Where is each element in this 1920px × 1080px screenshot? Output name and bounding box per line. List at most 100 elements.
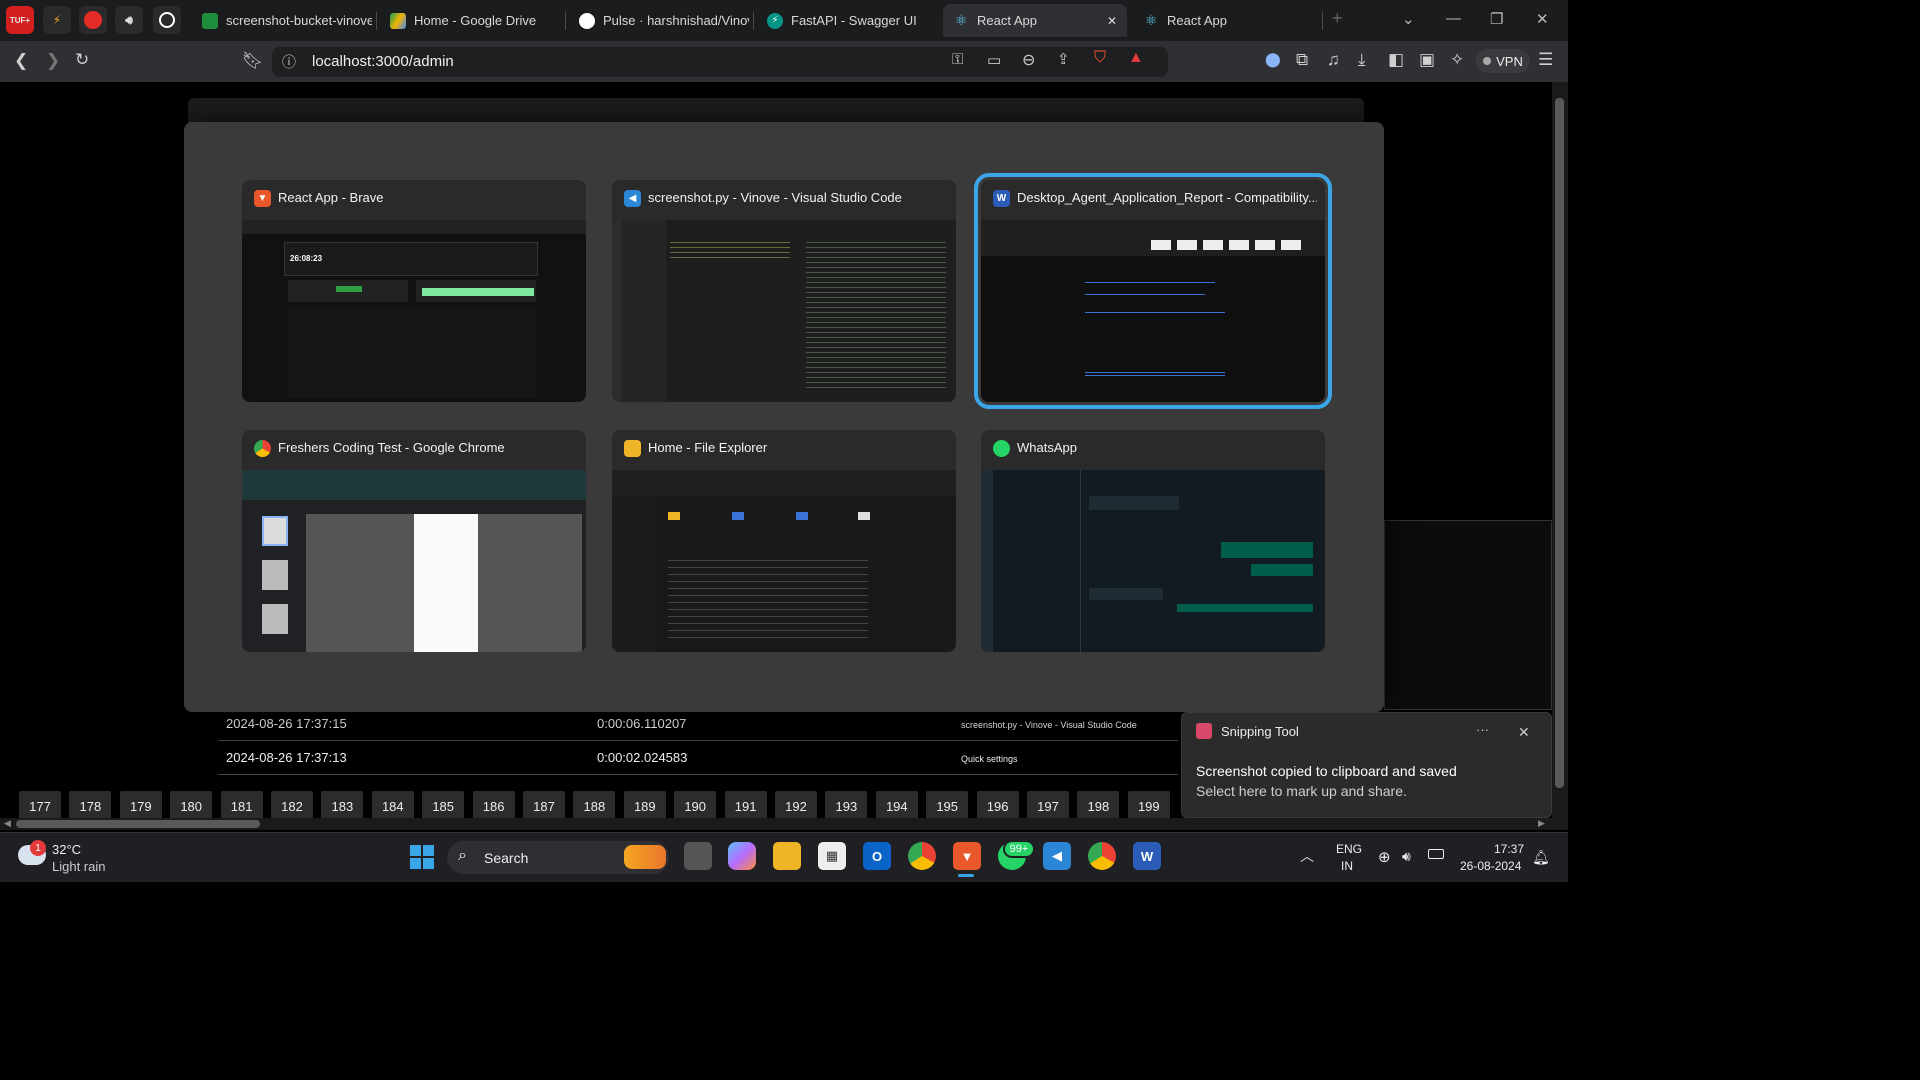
tab-list-chevron-icon[interactable]: ⌄	[1402, 10, 1415, 28]
language-region[interactable]: IN	[1341, 859, 1353, 873]
clock-date[interactable]: 26-08-2024	[1460, 859, 1521, 873]
weather-temp[interactable]: 32°C	[52, 842, 81, 857]
vertical-scroll-thumb[interactable]	[1555, 98, 1564, 788]
toast-close-icon[interactable]: ✕	[1518, 724, 1530, 741]
store-icon[interactable]: ▦	[818, 842, 846, 870]
download-icon[interactable]: ⤓	[1358, 50, 1366, 70]
tab-github-pulse[interactable]: Pulse · harshnishad/Vinov	[569, 4, 749, 37]
pinned-tab-audio[interactable]: 🔊︎	[115, 6, 143, 34]
brave-rewards-icon[interactable]: ▲	[1128, 49, 1144, 67]
tab-fastapi[interactable]: ⚡ FastAPI - Swagger UI	[757, 4, 937, 37]
page-button[interactable]: 199	[1127, 791, 1170, 821]
chrome-taskbar-icon[interactable]	[908, 842, 936, 870]
extensions-icon[interactable]: ⧉	[1296, 50, 1308, 70]
sidebar-icon[interactable]: ◧	[1388, 50, 1404, 70]
restore-icon[interactable]: ❐	[1490, 10, 1503, 28]
bookmark-icon[interactable]: 🔖︎	[242, 51, 264, 71]
outlook-icon[interactable]: O	[863, 842, 891, 870]
task-view-icon[interactable]	[684, 842, 712, 870]
page-button[interactable]: 194	[875, 791, 918, 821]
notification-bell-icon[interactable]: 🔔︎	[1532, 849, 1550, 866]
page-button[interactable]: 183	[321, 791, 364, 821]
network-icon[interactable]: ⊕	[1378, 848, 1391, 866]
word-taskbar-icon[interactable]: W	[1133, 842, 1161, 870]
pinned-tab-tuf[interactable]: TUF+	[6, 6, 34, 34]
battery-icon[interactable]	[1428, 849, 1444, 859]
scroll-right-icon[interactable]: ▶	[1538, 818, 1545, 829]
window-title: screenshot.py - Vinove - Visual Studio C…	[648, 190, 902, 205]
tuf-icon: TUF+	[9, 15, 31, 25]
window-card-word-selected[interactable]: W Desktop_Agent_Application_Report - Com…	[974, 173, 1332, 409]
key-icon[interactable]: ⚿	[952, 51, 963, 68]
forward-icon[interactable]: ❯	[46, 51, 60, 71]
close-window-icon[interactable]: ✕	[1536, 10, 1549, 28]
window-card-brave[interactable]: ▼ React App - Brave 26:08:23	[242, 180, 586, 402]
page-button[interactable]: 179	[119, 791, 162, 821]
page-button[interactable]: 197	[1027, 791, 1069, 821]
window-card-chrome[interactable]: Freshers Coding Test - Google Chrome	[242, 430, 586, 652]
cast-icon[interactable]: ▭	[987, 51, 1001, 69]
page-button[interactable]: 185	[422, 791, 465, 821]
share-icon[interactable]: ⇪	[1057, 50, 1070, 68]
brave-taskbar-icon[interactable]: ▼	[953, 842, 981, 870]
leo-ai-icon[interactable]: ✧	[1450, 50, 1464, 70]
pinned-tab-chatgpt[interactable]	[153, 6, 181, 34]
window-card-whatsapp[interactable]: WhatsApp	[981, 430, 1325, 652]
page-button[interactable]: 177	[19, 791, 61, 821]
minimize-icon[interactable]: —	[1446, 10, 1461, 27]
extension-cursor-icon[interactable]: ⬤	[1265, 51, 1281, 68]
copilot-icon[interactable]	[728, 842, 756, 870]
page-button[interactable]: 184	[371, 791, 414, 821]
drive-icon	[390, 12, 406, 29]
language-indicator[interactable]: ENG	[1336, 842, 1362, 856]
menu-icon[interactable]: ☰	[1538, 50, 1553, 70]
page-button[interactable]: 193	[825, 791, 868, 821]
back-icon[interactable]: ❮	[14, 51, 28, 71]
close-tab-icon[interactable]: ✕	[1107, 14, 1117, 28]
brave-shield-icon[interactable]: ⛉	[1094, 49, 1106, 67]
reload-icon[interactable]: ↻	[75, 50, 89, 70]
weather-desc[interactable]: Light rain	[52, 859, 105, 874]
tray-overflow-chevron-icon[interactable]: ︿	[1300, 846, 1314, 866]
pinned-tab-lightning[interactable]: ⚡	[43, 6, 71, 34]
page-button[interactable]: 186	[472, 791, 515, 821]
page-button[interactable]: 178	[69, 791, 112, 821]
page-button[interactable]: 180	[170, 791, 213, 821]
vpn-button[interactable]: VPN	[1476, 49, 1530, 73]
new-tab-button[interactable]: +	[1332, 8, 1343, 29]
scroll-left-icon[interactable]: ◀	[4, 818, 11, 829]
zoom-icon[interactable]: ⊖	[1022, 50, 1035, 70]
page-button[interactable]: 195	[926, 791, 969, 821]
page-button[interactable]: 190	[674, 791, 717, 821]
vscode-taskbar-icon[interactable]: ◀	[1043, 842, 1071, 870]
page-button[interactable]: 182	[271, 791, 313, 821]
window-card-vscode[interactable]: ◀ screenshot.py - Vinove - Visual Studio…	[612, 180, 956, 402]
page-button[interactable]: 196	[976, 791, 1019, 821]
wallet-icon[interactable]: ▣	[1419, 50, 1435, 70]
chrome-profile-taskbar-icon[interactable]	[1088, 842, 1116, 870]
page-button[interactable]: 192	[775, 791, 817, 821]
tab-screenshot-bucket[interactable]: screenshot-bucket-vinove	[192, 4, 372, 37]
tab-react-app-active[interactable]: ⚛ React App ✕	[943, 4, 1127, 37]
page-button[interactable]: 189	[623, 791, 666, 821]
file-explorer-icon[interactable]	[773, 842, 801, 870]
page-button[interactable]: 198	[1077, 791, 1120, 821]
window-card-file-explorer[interactable]: Home - File Explorer	[612, 430, 956, 652]
pinned-tab-youtube-music[interactable]	[79, 6, 107, 34]
start-windows-icon[interactable]	[410, 845, 434, 869]
page-button[interactable]: 181	[220, 791, 263, 821]
horizontal-scroll-thumb[interactable]	[16, 820, 260, 828]
volume-icon[interactable]: 🔊︎	[1402, 848, 1411, 865]
tab-react-app[interactable]: ⚛ React App	[1133, 4, 1313, 37]
page-button[interactable]: 188	[573, 791, 616, 821]
media-icon[interactable]: ♫	[1327, 50, 1340, 70]
toast-more-icon[interactable]: ···	[1476, 722, 1489, 737]
tab-google-drive[interactable]: Home - Google Drive	[380, 4, 560, 37]
page-button[interactable]: 191	[724, 791, 767, 821]
window-thumbnail: 26:08:23	[242, 220, 586, 402]
page-button[interactable]: 187	[523, 791, 565, 821]
window-thumbnail	[981, 220, 1325, 402]
url-text[interactable]: localhost:3000/admin	[312, 53, 454, 70]
clock-time[interactable]: 17:37	[1494, 842, 1524, 856]
site-info-icon[interactable]: ⓘ	[282, 52, 296, 72]
